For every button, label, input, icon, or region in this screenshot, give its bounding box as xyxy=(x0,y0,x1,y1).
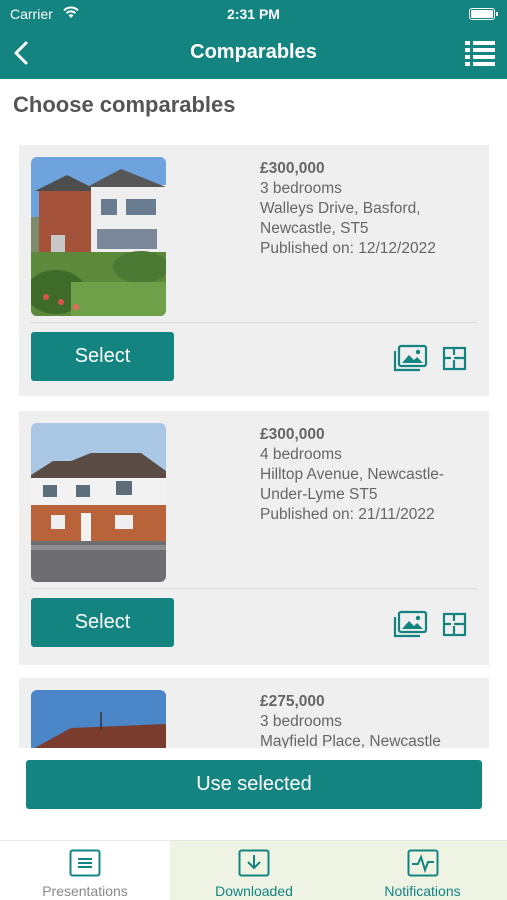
tab-label: Downloaded xyxy=(215,883,293,899)
property-address: Mayfield Place, Newcastle xyxy=(260,733,441,748)
property-card: £300,000 3 bedrooms Walleys Drive, Basfo… xyxy=(19,145,489,396)
property-photo xyxy=(31,690,166,748)
battery-icon xyxy=(469,8,498,20)
select-button[interactable]: Select xyxy=(31,598,174,647)
property-photo xyxy=(31,423,166,582)
property-card: £275,000 3 bedrooms Mayfield Place, Newc… xyxy=(19,678,489,748)
property-published: Published on: 12/12/2022 xyxy=(260,240,436,257)
property-price: £300,000 xyxy=(260,160,325,177)
property-info: £275,000 3 bedrooms Mayfield Place, Newc… xyxy=(260,692,485,748)
card-divider xyxy=(31,322,477,323)
presentation-icon xyxy=(69,849,101,877)
status-bar: Carrier 2:31 PM xyxy=(0,0,507,28)
property-bedrooms: 3 bedrooms xyxy=(260,180,342,197)
property-info: £300,000 4 bedrooms Hilltop Avenue, Newc… xyxy=(260,425,485,525)
gallery-icon[interactable] xyxy=(392,344,428,374)
property-bedrooms: 4 bedrooms xyxy=(260,446,342,463)
tab-label: Presentations xyxy=(42,883,128,899)
property-info: £300,000 3 bedrooms Walleys Drive, Basfo… xyxy=(260,159,485,259)
floorplan-icon[interactable] xyxy=(442,612,467,637)
property-bedrooms: 3 bedrooms xyxy=(260,713,342,730)
property-price: £275,000 xyxy=(260,693,325,710)
section-heading: Choose comparables xyxy=(13,92,236,117)
select-button[interactable]: Select xyxy=(31,332,174,381)
use-selected-button[interactable]: Use selected xyxy=(26,760,482,809)
list-icon[interactable] xyxy=(463,38,497,68)
property-card: £300,000 4 bedrooms Hilltop Avenue, Newc… xyxy=(19,411,489,665)
tab-notifications[interactable]: Notifications xyxy=(338,841,507,900)
card-divider xyxy=(31,588,477,589)
page-title: Comparables xyxy=(190,41,317,63)
tab-downloaded[interactable]: Downloaded xyxy=(170,841,338,900)
nav-bar: Comparables xyxy=(0,28,507,79)
property-photo xyxy=(31,157,166,316)
tab-presentations[interactable]: Presentations xyxy=(0,841,170,900)
status-time: 2:31 PM xyxy=(227,6,280,22)
property-price: £300,000 xyxy=(260,426,325,443)
activity-icon xyxy=(407,849,438,877)
tab-bar: Presentations Downloaded Notifications xyxy=(0,840,507,900)
comparables-list[interactable]: £300,000 3 bedrooms Walleys Drive, Basfo… xyxy=(0,130,507,748)
download-icon xyxy=(238,849,270,877)
tab-label: Notifications xyxy=(384,883,461,899)
gallery-icon[interactable] xyxy=(392,610,428,640)
property-address: Walleys Drive, Basford, Newcastle, ST5 xyxy=(260,200,421,237)
floorplan-icon[interactable] xyxy=(442,346,467,371)
property-address: Hilltop Avenue, Newcastle-Under-Lyme ST5 xyxy=(260,466,445,503)
property-published: Published on: 21/11/2022 xyxy=(260,506,435,523)
